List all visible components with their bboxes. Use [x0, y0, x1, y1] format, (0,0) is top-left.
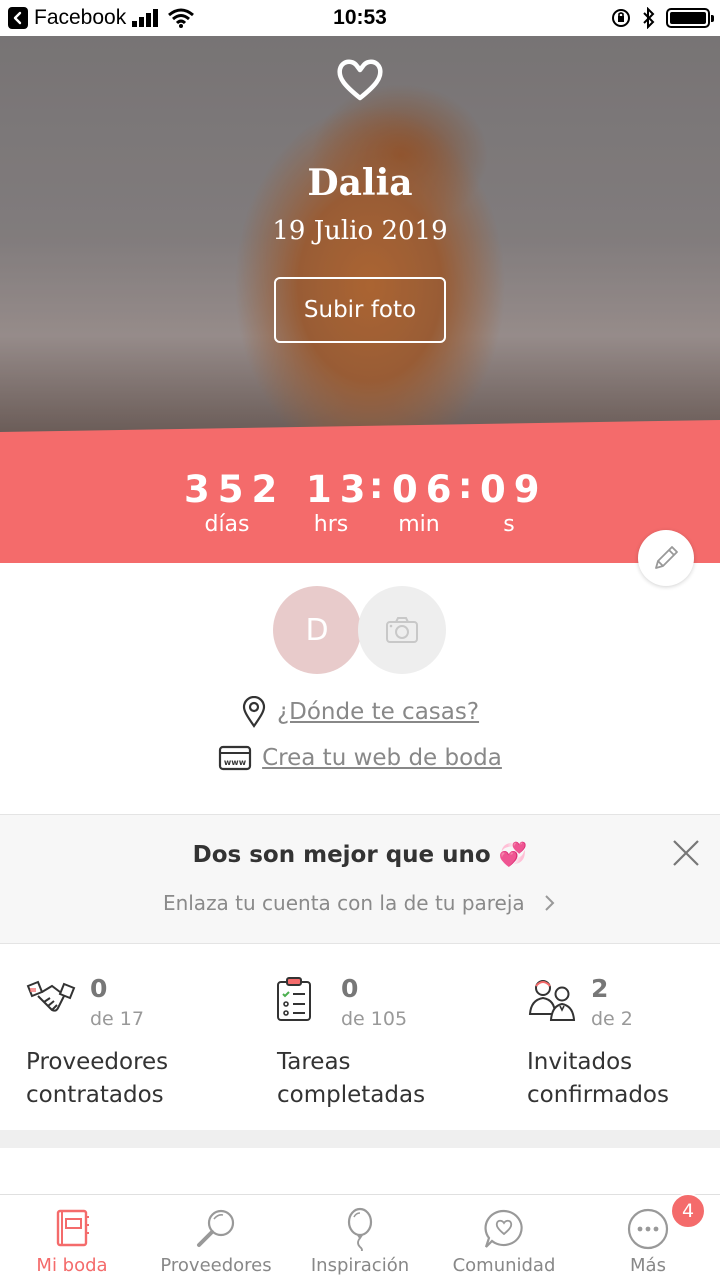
pencil-icon [655, 546, 678, 569]
notification-badge: 4 [670, 1193, 706, 1229]
stat-vendors[interactable]: 0 de 17 Proveedores contratados [26, 972, 256, 1122]
countdown-separator: : [369, 466, 384, 507]
bottom-tab-bar: Mi boda Proveedores Inspiración Comunida… [0, 1193, 720, 1280]
stat-vendors-label: Proveedores contratados [26, 1046, 256, 1112]
countdown-separator: : [458, 466, 473, 507]
countdown-days: 352 [184, 468, 286, 511]
countdown-banner: 352 13 : 06 : 09 días hrs min s [0, 420, 720, 563]
more-dots-icon [627, 1208, 669, 1250]
wedding-website-link[interactable]: www Crea tu web de boda [0, 744, 720, 772]
tab-comunidad-label: Comunidad [452, 1255, 556, 1276]
battery-icon [666, 8, 714, 28]
bluetooth-icon [643, 7, 655, 29]
camera-icon [386, 617, 418, 643]
tab-inspiracion-label: Inspiración [310, 1255, 410, 1276]
edit-button[interactable] [638, 530, 694, 586]
partner-card-title: Dos son mejor que uno 💞 [192, 842, 528, 868]
countdown-minutes: 06 [392, 468, 460, 511]
location-link[interactable]: ¿Dónde te casas? [0, 696, 720, 728]
tab-proveedores-label: Proveedores [160, 1255, 272, 1276]
tab-mas-label: Más [630, 1255, 666, 1276]
chevron-right-icon [545, 895, 555, 911]
rotation-lock-icon [612, 9, 630, 27]
tab-mi-boda-label: Mi boda [36, 1255, 108, 1276]
checklist-icon [277, 977, 311, 1021]
stat-guests-label-line2: confirmados [527, 1082, 669, 1108]
location-link-label: ¿Dónde te casas? [276, 699, 480, 725]
stat-vendors-total: de 17 [90, 1008, 144, 1030]
heart-logo-icon [337, 59, 383, 101]
countdown-seconds: 09 [480, 468, 548, 511]
stat-vendors-label-line1: Proveedores [26, 1049, 169, 1075]
guests-couple-icon [528, 980, 576, 1021]
stat-guests[interactable]: 2 de 2 Invitados confirmados [527, 972, 720, 1122]
stat-tasks-label: Tareas completadas [277, 1046, 507, 1112]
upload-photo-button[interactable]: Subir foto [274, 277, 446, 343]
couple-name: Dalia [307, 162, 413, 204]
stat-tasks-label-line1: Tareas [277, 1049, 351, 1075]
browser-www-icon: www [219, 745, 252, 771]
partner-link-card[interactable]: Dos son mejor que uno 💞 Enlaza tu cuenta… [0, 814, 720, 944]
stat-vendors-label-line2: contratados [26, 1082, 164, 1108]
balloon-icon [347, 1207, 373, 1251]
status-bar: Facebook 10:53 [0, 0, 720, 36]
partner-card-subtitle-text: Enlaza tu cuenta con la de tu pareja [162, 891, 525, 915]
add-partner-photo-button[interactable] [358, 586, 446, 674]
partner-card-subtitle[interactable]: Enlaza tu cuenta con la de tu pareja [0, 891, 720, 915]
handshake-icon [26, 980, 76, 1012]
countdown-minutes-label: min [398, 512, 440, 537]
countdown-seconds-label: s [503, 512, 515, 537]
svg-text:www: www [224, 758, 247, 767]
stat-tasks[interactable]: 0 de 105 Tareas completadas [277, 972, 507, 1122]
stat-guests-label: Invitados confirmados [527, 1046, 720, 1112]
tab-proveedores[interactable]: Proveedores [144, 1195, 288, 1280]
section-divider [0, 1130, 720, 1148]
countdown-days-label: días [204, 512, 250, 537]
stat-guests-label-line1: Invitados [527, 1049, 633, 1075]
stat-guests-value: 2 [591, 974, 609, 1003]
tab-comunidad[interactable]: Comunidad [432, 1195, 576, 1280]
chat-heart-icon [484, 1209, 523, 1248]
tab-mi-boda[interactable]: Mi boda [0, 1195, 144, 1280]
search-icon [197, 1209, 235, 1247]
stat-tasks-total: de 105 [341, 1008, 408, 1030]
avatar-initial: D [305, 612, 329, 648]
stat-tasks-value: 0 [341, 974, 359, 1003]
countdown-hours: 13 [306, 468, 374, 511]
close-icon[interactable] [670, 837, 702, 869]
location-pin-icon [242, 696, 266, 728]
stat-tasks-label-line2: completadas [277, 1082, 426, 1108]
wedding-website-link-label: Crea tu web de boda [262, 745, 502, 771]
tab-inspiracion[interactable]: Inspiración [288, 1195, 432, 1280]
countdown-hours-label: hrs [313, 512, 349, 537]
stat-guests-total: de 2 [591, 1008, 633, 1030]
hero-banner: Dalia 19 Julio 2019 Subir foto [0, 36, 720, 436]
stat-vendors-value: 0 [90, 974, 108, 1003]
wedding-planner-book-icon [56, 1209, 89, 1247]
wedding-date: 19 Julio 2019 [272, 216, 448, 246]
avatar[interactable]: D [273, 586, 361, 674]
